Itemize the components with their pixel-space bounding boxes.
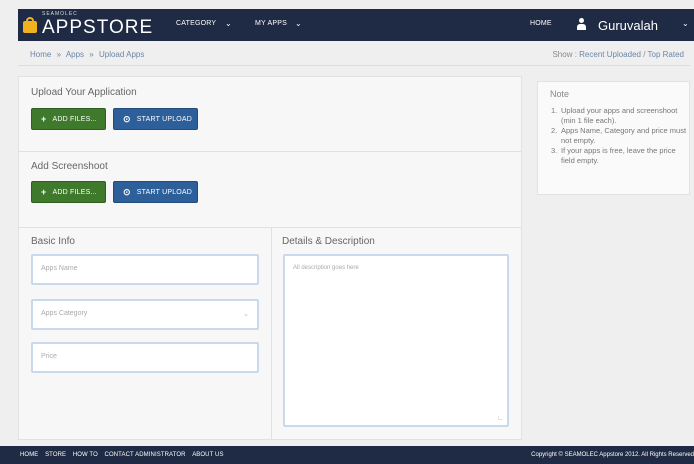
brand-logo-link[interactable]: SEAMOLEC APPSTORE	[22, 11, 153, 37]
footer-link-contact[interactable]: CONTACT ADMINISTRATOR	[105, 452, 186, 458]
user-icon	[576, 18, 587, 30]
section-divider	[19, 151, 521, 152]
note-list: 1. Upload your apps and screenshoot (min …	[551, 106, 687, 166]
upload-application-heading: Upload Your Application	[31, 87, 137, 98]
plus-icon: +	[41, 114, 47, 124]
basic-info-heading: Basic Info	[31, 236, 75, 247]
breadcrumb-bar: Home » Apps » Upload Apps Show : Recent …	[18, 44, 690, 66]
top-navbar: SEAMOLEC APPSTORE CATEGORY ⌄ MY APPS ⌄ H…	[18, 9, 694, 41]
add-screenshot-files-button[interactable]: + ADD FILES...	[31, 181, 106, 203]
app-name-input[interactable]: Apps Name	[31, 254, 259, 285]
details-heading: Details & Description	[282, 236, 375, 247]
breadcrumb-home[interactable]: Home	[30, 50, 51, 59]
category-select-value: Apps Category	[41, 310, 88, 317]
note-item: 3. If your apps is free, leave the price …	[551, 146, 676, 165]
brand-title: APPSTORE	[42, 17, 154, 38]
breadcrumb-separator: »	[56, 50, 62, 59]
recent-uploaded-link[interactable]: Recent Uploaded	[579, 50, 641, 59]
price-input[interactable]: Price	[31, 342, 259, 373]
user-menu[interactable]: Guruvalah	[598, 18, 658, 33]
note-item: 2. Apps Name, Category and price must not…	[551, 126, 687, 145]
upload-form-panel: Upload Your Application + ADD FILES... ⊙ S…	[18, 76, 522, 440]
top-rated-link[interactable]: Top Rated	[648, 50, 684, 59]
footer-link-about[interactable]: ABOUT US	[192, 452, 223, 458]
nav-home[interactable]: HOME	[530, 20, 552, 27]
description-textarea[interactable]: All description goes here ∟	[283, 254, 509, 427]
shopping-bag-icon	[22, 16, 38, 33]
add-screenshot-heading: Add Screenshoot	[31, 161, 108, 172]
note-item: 1. Upload your apps and screenshoot (min …	[551, 106, 678, 125]
plus-icon: +	[41, 187, 47, 197]
chevron-down-icon[interactable]: ⌄	[225, 19, 232, 28]
add-files-label: ADD FILES...	[52, 115, 97, 123]
footer: HOME STORE HOW TO CONTACT ADMINISTRATOR …	[0, 446, 694, 464]
footer-link-home[interactable]: HOME	[20, 452, 38, 458]
nav-my-apps[interactable]: MY APPS	[255, 20, 287, 27]
add-app-files-button[interactable]: + ADD FILES...	[31, 108, 106, 130]
add-files-label: ADD FILES...	[52, 188, 97, 196]
nav-category[interactable]: CATEGORY	[176, 20, 216, 27]
note-heading: Note	[550, 89, 570, 99]
breadcrumb-upload-apps: Upload Apps	[98, 50, 145, 59]
sort-options: Show : Recent Uploaded / Top Rated	[552, 50, 684, 59]
description-placeholder: All description goes here	[293, 265, 359, 271]
copyright-text: Copyright © SEAMOLEC Appstore 2012. All …	[531, 452, 694, 458]
chevron-down-icon[interactable]: ⌄	[295, 19, 302, 28]
breadcrumb: Home » Apps » Upload Apps	[30, 50, 147, 59]
note-panel: Note 1. Upload your apps and screenshoot …	[537, 81, 690, 195]
footer-nav: HOME STORE HOW TO CONTACT ADMINISTRATOR …	[20, 452, 229, 458]
chevron-down-icon: ⌄	[243, 311, 249, 318]
start-upload-label: START UPLOAD	[136, 188, 193, 196]
column-divider	[271, 228, 272, 440]
breadcrumb-separator: »	[89, 50, 94, 59]
footer-link-store[interactable]: STORE	[45, 452, 66, 458]
app-category-select[interactable]: Apps Category ⌄	[31, 299, 259, 330]
start-upload-label: START UPLOAD	[136, 115, 193, 123]
breadcrumb-apps[interactable]: Apps	[66, 50, 84, 59]
chevron-down-icon[interactable]: ⌄	[682, 19, 689, 28]
show-label: Show :	[552, 50, 577, 59]
sort-separator: /	[643, 50, 646, 59]
start-app-upload-button[interactable]: ⊙ START UPLOAD	[113, 108, 198, 130]
start-screenshot-upload-button[interactable]: ⊙ START UPLOAD	[113, 181, 198, 203]
upload-icon: ⊙	[123, 186, 131, 197]
section-divider	[19, 227, 521, 228]
footer-link-how-to[interactable]: HOW TO	[73, 452, 98, 458]
upload-icon: ⊙	[123, 113, 131, 124]
resize-handle-icon[interactable]: ∟	[497, 415, 504, 422]
